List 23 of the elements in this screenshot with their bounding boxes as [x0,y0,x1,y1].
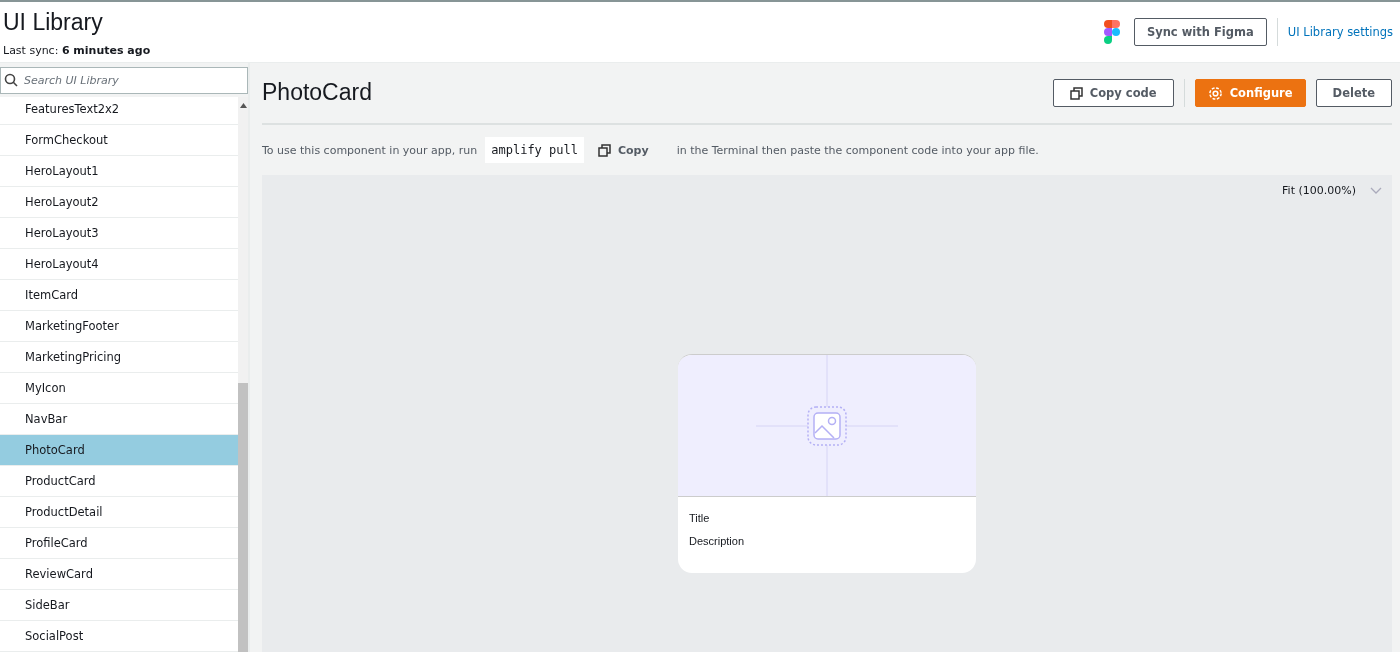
copy-icon [597,143,611,157]
figma-logo-icon [1103,20,1120,44]
instruction-text: To use this component in your app, run [262,143,478,157]
delete-button[interactable]: Delete [1315,79,1392,107]
scrollbar[interactable] [238,97,248,652]
command-code: amplify pull [485,137,584,163]
last-sync-text: Last sync: 6 minutes ago [3,43,151,57]
search-field[interactable]: Search UI Library [0,67,248,94]
gear-icon [1207,85,1223,101]
copy-code-button[interactable]: Copy code [1052,79,1174,107]
copy-button[interactable]: Copy [591,142,655,158]
scroll-up-icon[interactable] [239,103,247,108]
sync-with-figma-button[interactable]: Sync with Figma [1133,18,1267,46]
chevron-down-icon [1370,187,1382,194]
copy-icon [1069,86,1083,100]
zoom-dropdown[interactable]: Fit (100.00%) [1282,184,1382,197]
ui-library-settings-link[interactable]: UI Library settings [1287,25,1393,39]
card-title: Title [688,512,711,524]
component-list-item[interactable]: PhotoCard [0,435,238,466]
page-title: UI Library [3,7,104,36]
instruction-text: in the Terminal then paste the component code into your app file. [676,143,1039,157]
card-description: Description [688,535,746,547]
component-title: PhotoCard [262,78,372,107]
